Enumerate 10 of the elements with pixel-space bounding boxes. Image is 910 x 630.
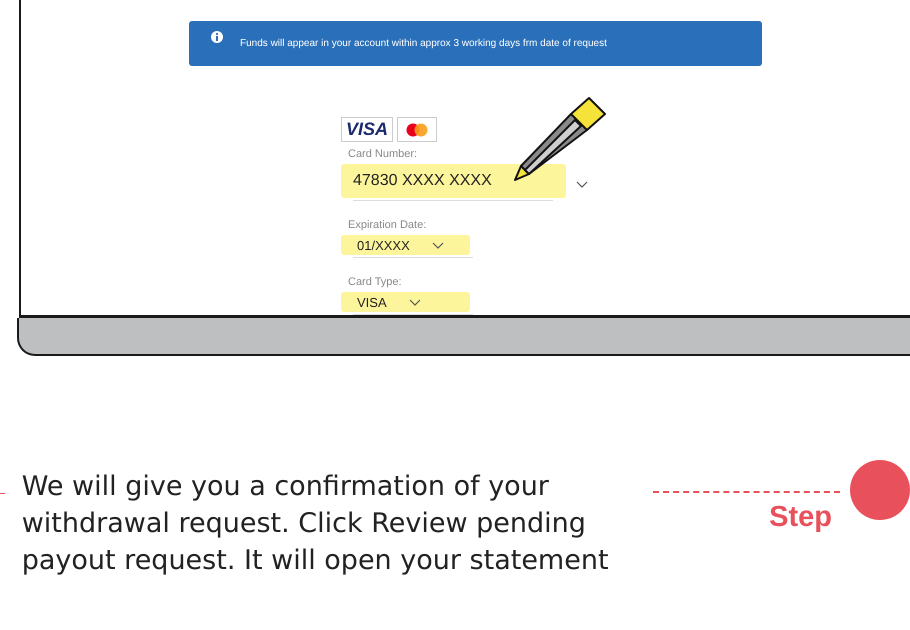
field-label: Card Number: <box>348 148 418 160</box>
dropdown-field[interactable]: VISA <box>341 292 470 312</box>
step-label: Step <box>769 501 832 534</box>
info-message: Funds will appear in your account within approx 3 working days frm date of request <box>240 38 607 49</box>
dropdown-field[interactable]: 01/XXXX <box>341 235 470 255</box>
input-field[interactable]: 47830 XXXX XXXX <box>341 164 566 198</box>
field-label: Expiration Date: <box>348 219 428 231</box>
visa-logo: VISA <box>341 117 393 142</box>
field-label: Card Type: <box>348 276 403 288</box>
instruction-text: We will give you a confirmation of your withdrawal request. Click Review pending payout request. It will open your statement <box>22 470 610 578</box>
